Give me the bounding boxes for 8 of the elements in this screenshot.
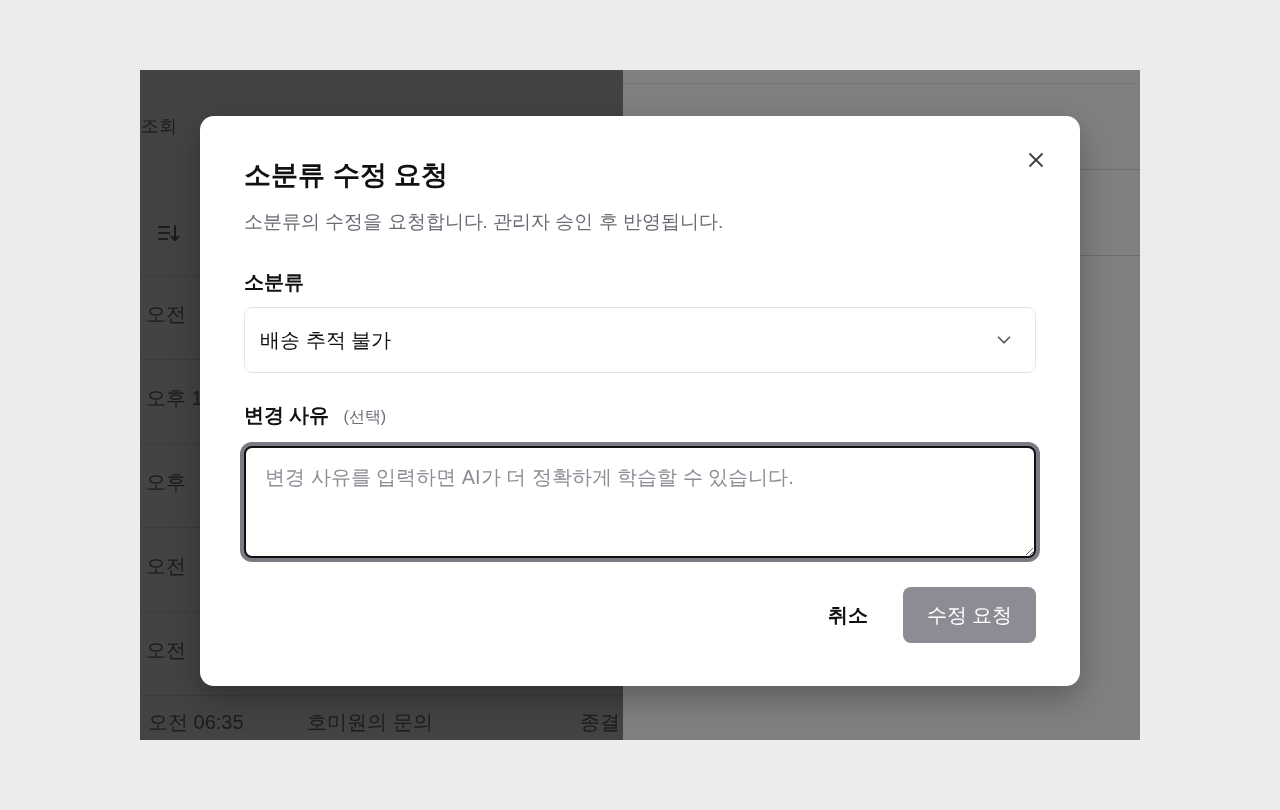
field-label: 변경 사유 [244, 403, 330, 428]
cancel-button[interactable]: 취소 [810, 587, 886, 643]
dialog-description: 소분류의 수정을 요청합니다. 관리자 승인 후 반영됩니다. [244, 210, 725, 234]
dialog-title: 소분류 수정 요청 [244, 159, 449, 192]
optional-hint: (선택) [343, 407, 387, 427]
category-select[interactable]: 배송 추적 불가 [244, 307, 1036, 373]
field-label: 소분류 [244, 270, 304, 295]
reason-input[interactable]: 변경 사유를 입력하면 AI가 더 정확하게 학습할 수 있습니다. [244, 446, 1036, 558]
